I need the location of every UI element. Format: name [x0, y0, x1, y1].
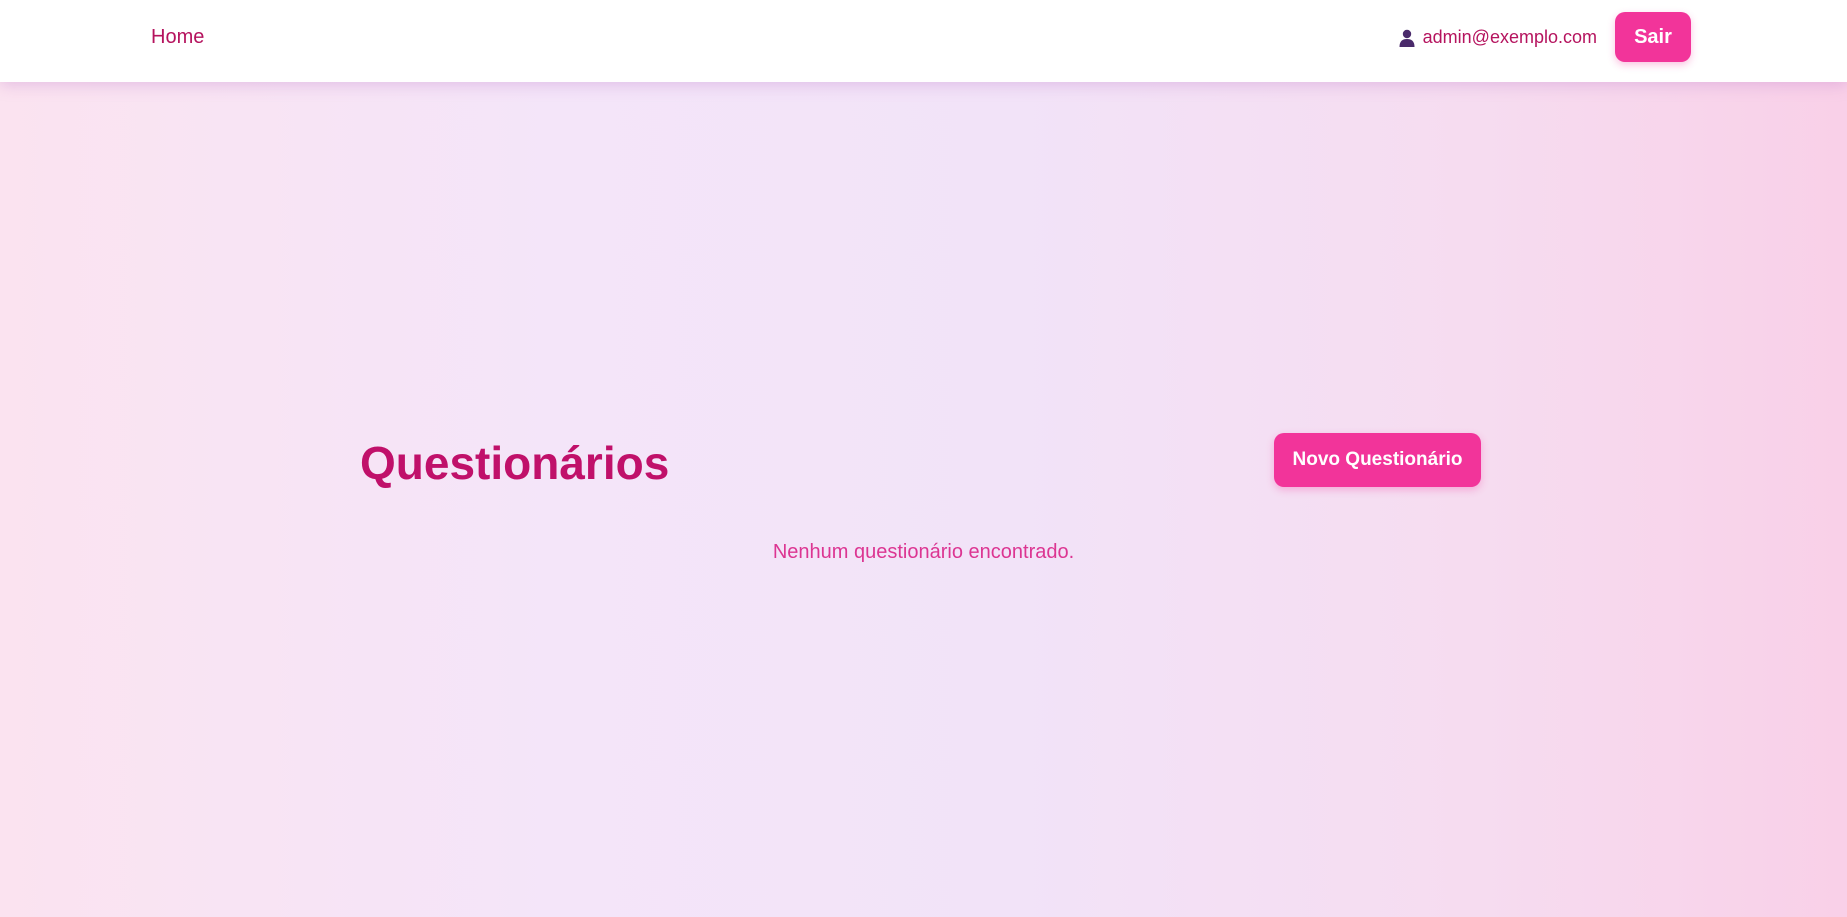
user-email: admin@exemplo.com: [1422, 27, 1597, 47]
top-navbar: Home admin@exemplo.com Sair: [0, 0, 1847, 82]
page-title: Questionários: [360, 437, 670, 489]
new-questionnaire-button[interactable]: Novo Questionário: [1274, 433, 1481, 487]
empty-state-message: Nenhum questionário encontrado.: [772, 541, 1075, 563]
user-info: admin@exemplo.com: [1399, 27, 1597, 48]
user-icon: [1399, 29, 1415, 47]
home-link[interactable]: Home: [151, 26, 204, 49]
logout-button[interactable]: Sair: [1615, 12, 1691, 62]
